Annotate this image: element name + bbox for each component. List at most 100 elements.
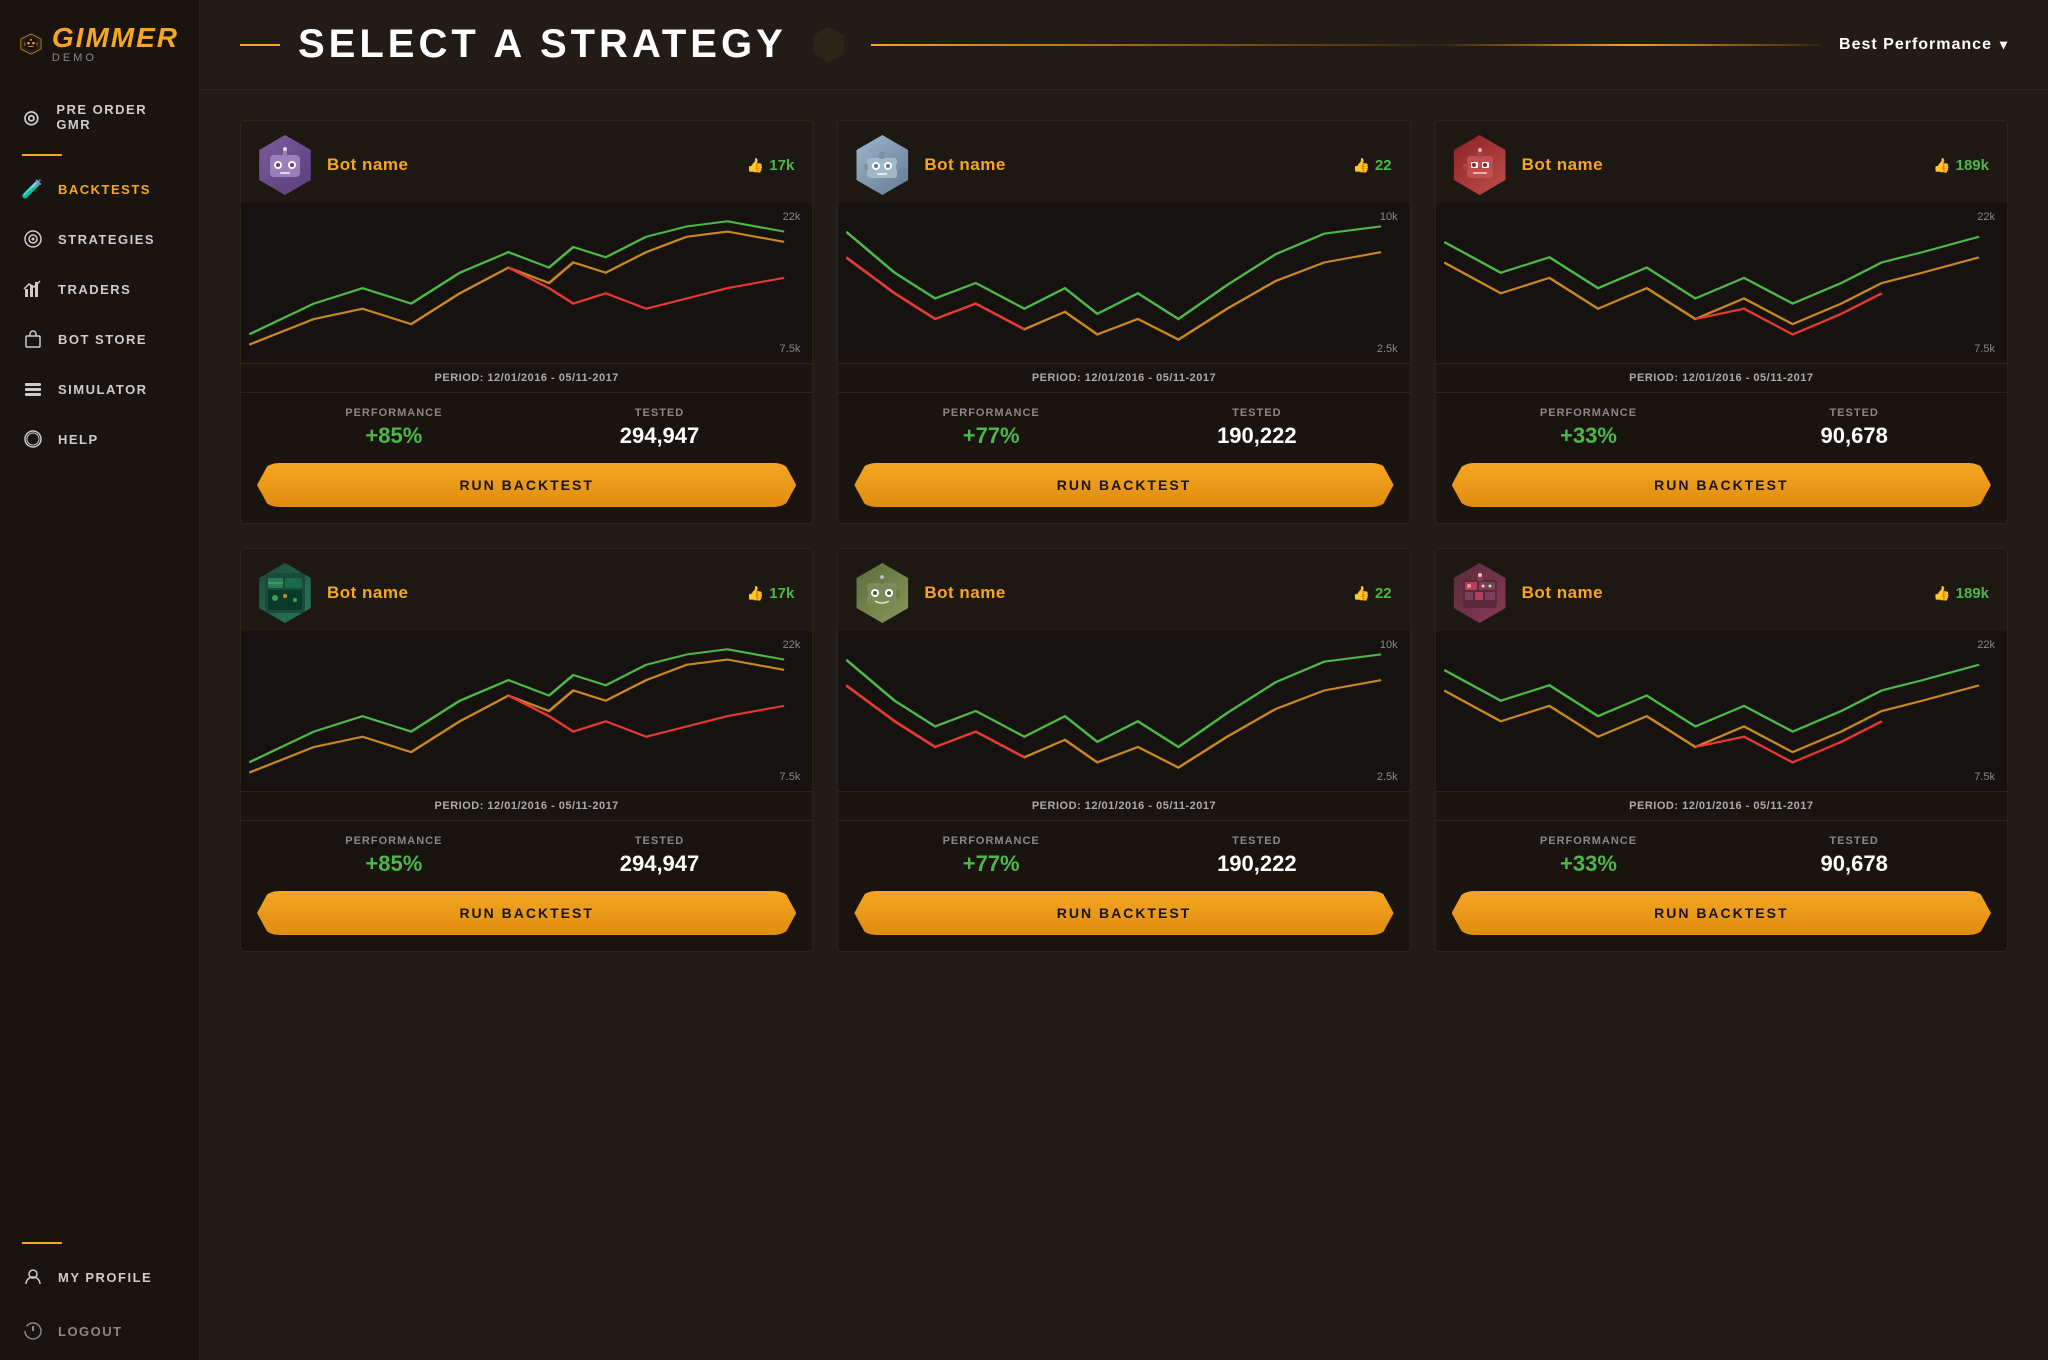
logo-area: GIMMER DEMO bbox=[0, 0, 199, 88]
chart-ymax-3: 22k bbox=[1977, 211, 1995, 223]
run-backtest-btn-3[interactable]: RUN BACKTEST bbox=[1452, 463, 1991, 507]
run-backtest-btn-4[interactable]: RUN BACKTEST bbox=[257, 891, 796, 935]
card-chart-6: 22k 7.5k bbox=[1436, 631, 2007, 791]
likes-count-3: 189k bbox=[1956, 157, 1989, 174]
chart-ymax-4: 22k bbox=[783, 639, 801, 651]
period-value-4: 12/01/2016 - 05/11-2017 bbox=[487, 800, 618, 812]
stat-tested-5: TESTED 190,222 bbox=[1134, 835, 1380, 877]
likes-count-5: 22 bbox=[1375, 585, 1392, 602]
likes-count-4: 17k bbox=[769, 585, 794, 602]
stat-tested-4: TESTED 294,947 bbox=[537, 835, 783, 877]
sidebar-label-logout: LOGOUT bbox=[58, 1324, 123, 1339]
chart-ymin-3: 7.5k bbox=[1974, 343, 1995, 355]
card-top-2: Bot name 👍 22 bbox=[838, 121, 1409, 203]
tested-value-6: 90,678 bbox=[1731, 851, 1977, 877]
stat-tested-2: TESTED 190,222 bbox=[1134, 407, 1380, 449]
tested-label-3: TESTED bbox=[1731, 407, 1977, 419]
logout-icon bbox=[22, 1320, 44, 1342]
tested-value-2: 190,222 bbox=[1134, 423, 1380, 449]
card-top-3: Bot name 👍 189k bbox=[1436, 121, 2007, 203]
sidebar-item-profile[interactable]: MY PROFILE bbox=[0, 1252, 199, 1302]
card-likes-4: 👍 17k bbox=[747, 585, 794, 602]
sidebar-item-logout[interactable]: LOGOUT bbox=[0, 1302, 199, 1360]
chart-ymin-2: 2.5k bbox=[1377, 343, 1398, 355]
bot-avatar-1 bbox=[255, 135, 315, 195]
bot-name-3: Bot name bbox=[1522, 155, 1922, 175]
card-name-area-6: Bot name bbox=[1522, 583, 1922, 603]
nav-divider bbox=[22, 154, 62, 156]
stat-performance-2: PERFORMANCE +77% bbox=[868, 407, 1114, 449]
run-backtest-btn-5[interactable]: RUN BACKTEST bbox=[854, 891, 1393, 935]
card-likes-6: 👍 189k bbox=[1933, 585, 1989, 602]
period-value-2: 12/01/2016 - 05/11-2017 bbox=[1085, 372, 1216, 384]
thumbs-up-icon-4: 👍 bbox=[747, 585, 764, 602]
chevron-down-icon: ▾ bbox=[2000, 36, 2008, 53]
run-backtest-btn-2[interactable]: RUN BACKTEST bbox=[854, 463, 1393, 507]
perf-label-4: PERFORMANCE bbox=[271, 835, 517, 847]
card-likes-2: 👍 22 bbox=[1353, 157, 1392, 174]
sidebar-item-strategies[interactable]: STRATEGIES bbox=[0, 214, 199, 264]
strategy-card-4: Bot name 👍 17k 22k 7.5k bbox=[240, 548, 813, 952]
bot-name-4: Bot name bbox=[327, 583, 735, 603]
card-chart-1: 22k 7.5k bbox=[241, 203, 812, 363]
bot-avatar-5 bbox=[852, 563, 912, 623]
tested-label-2: TESTED bbox=[1134, 407, 1380, 419]
stat-tested-1: TESTED 294,947 bbox=[537, 407, 783, 449]
period-value-3: 12/01/2016 - 05/11-2017 bbox=[1682, 372, 1813, 384]
chart-ymin-4: 7.5k bbox=[780, 771, 801, 783]
strategy-card-1: Bot name 👍 17k 22k 7.5k bbox=[240, 120, 813, 524]
card-stats-4: PERFORMANCE +85% TESTED 294,947 bbox=[241, 821, 812, 891]
perf-label-1: PERFORMANCE bbox=[271, 407, 517, 419]
tested-label-1: TESTED bbox=[537, 407, 783, 419]
stat-performance-5: PERFORMANCE +77% bbox=[868, 835, 1114, 877]
traders-icon bbox=[22, 278, 44, 300]
sidebar-item-help[interactable]: HELP bbox=[0, 414, 199, 464]
app-name: GIMMER bbox=[52, 24, 179, 52]
sidebar-label-help: HELP bbox=[58, 432, 99, 447]
card-likes-1: 👍 17k bbox=[747, 157, 794, 174]
thumbs-up-icon-5: 👍 bbox=[1353, 585, 1370, 602]
card-period-4: PERIOD: 12/01/2016 - 05/11-2017 bbox=[241, 791, 812, 821]
sidebar-item-backtests[interactable]: 🧪 BACKTESTS bbox=[0, 164, 199, 214]
profile-icon bbox=[22, 1266, 44, 1288]
stat-performance-3: PERFORMANCE +33% bbox=[1466, 407, 1712, 449]
tested-label-6: TESTED bbox=[1731, 835, 1977, 847]
tested-value-5: 190,222 bbox=[1134, 851, 1380, 877]
page-header: SELECT A STRATEGY Best Performance ▾ bbox=[200, 0, 2048, 90]
thumbs-up-icon-6: 👍 bbox=[1933, 585, 1950, 602]
sidebar-item-bot-store[interactable]: BOT STORE bbox=[0, 314, 199, 364]
card-name-area-1: Bot name bbox=[327, 155, 735, 175]
strategy-card-3: Bot name 👍 189k 22k 7.5k bbox=[1435, 120, 2008, 524]
card-chart-2: 10k 2.5k bbox=[838, 203, 1409, 363]
strategy-card-5: Bot name 👍 22 10k 2.5k bbox=[837, 548, 1410, 952]
tested-value-1: 294,947 bbox=[537, 423, 783, 449]
chart-ymin-5: 2.5k bbox=[1377, 771, 1398, 783]
perf-value-2: +77% bbox=[868, 423, 1114, 449]
card-chart-5: 10k 2.5k bbox=[838, 631, 1409, 791]
sidebar-item-traders[interactable]: TRADERS bbox=[0, 264, 199, 314]
card-period-6: PERIOD: 12/01/2016 - 05/11-2017 bbox=[1436, 791, 2007, 821]
run-backtest-btn-6[interactable]: RUN BACKTEST bbox=[1452, 891, 1991, 935]
cards-scroll-area[interactable]: Bot name 👍 17k 22k 7.5k bbox=[200, 90, 2048, 1360]
sort-dropdown[interactable]: Best Performance ▾ bbox=[1839, 36, 2008, 54]
card-period-1: PERIOD: 12/01/2016 - 05/11-2017 bbox=[241, 363, 812, 393]
chart-ymax-1: 22k bbox=[783, 211, 801, 223]
main-content: SELECT A STRATEGY Best Performance ▾ bbox=[200, 0, 2048, 1360]
card-name-area-2: Bot name bbox=[924, 155, 1340, 175]
card-chart-4: 22k 7.5k bbox=[241, 631, 812, 791]
likes-count-1: 17k bbox=[769, 157, 794, 174]
sidebar-label-strategies: STRATEGIES bbox=[58, 232, 155, 247]
perf-label-2: PERFORMANCE bbox=[868, 407, 1114, 419]
simulator-icon bbox=[22, 378, 44, 400]
card-name-area-3: Bot name bbox=[1522, 155, 1922, 175]
perf-label-6: PERFORMANCE bbox=[1466, 835, 1712, 847]
run-backtest-btn-1[interactable]: RUN BACKTEST bbox=[257, 463, 796, 507]
chart-ymin-1: 7.5k bbox=[780, 343, 801, 355]
sidebar-label-profile: MY PROFILE bbox=[58, 1270, 152, 1285]
sidebar-item-pre-order[interactable]: ◎ PRE ORDER GMR bbox=[0, 88, 199, 146]
card-stats-5: PERFORMANCE +77% TESTED 190,222 bbox=[838, 821, 1409, 891]
sidebar-item-simulator[interactable]: SIMULATOR bbox=[0, 364, 199, 414]
card-name-area-5: Bot name bbox=[924, 583, 1340, 603]
stat-performance-1: PERFORMANCE +85% bbox=[271, 407, 517, 449]
card-period-2: PERIOD: 12/01/2016 - 05/11-2017 bbox=[838, 363, 1409, 393]
